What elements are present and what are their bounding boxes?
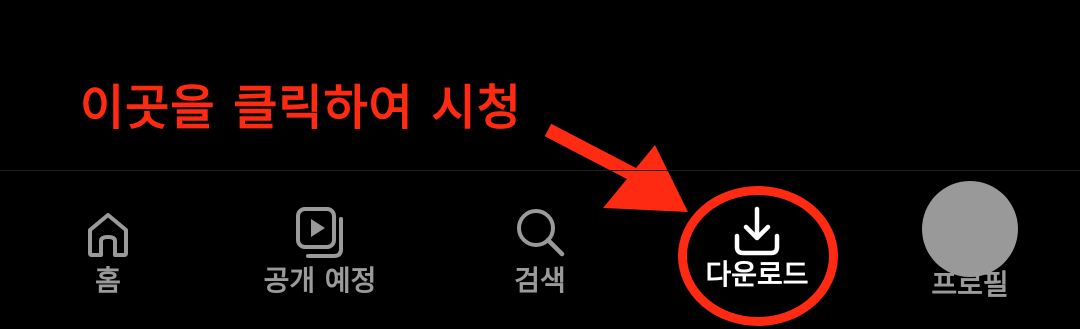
nav-item-search-label: 검색: [514, 264, 566, 297]
annotation-text: 이곳을 클릭하여 시청: [80, 80, 522, 136]
nav-item-downloads[interactable]: 다운로드: [672, 171, 842, 329]
nav-item-upcoming[interactable]: 공개 예정: [240, 171, 400, 329]
upcoming-icon: [296, 207, 343, 258]
nav-item-profile[interactable]: 프로필: [900, 171, 1040, 329]
nav-item-home-label: 홈: [95, 264, 121, 297]
nav-item-search[interactable]: 검색: [470, 171, 610, 329]
search-icon: [517, 209, 565, 257]
nav-item-upcoming-label: 공개 예정: [263, 264, 377, 297]
download-icon: [734, 206, 780, 256]
nav-item-home[interactable]: 홈: [40, 171, 176, 329]
app-screen: 이곳을 클릭하여 시청 홈 공개 예정 검색 다운로드 프로필: [0, 0, 1080, 329]
home-icon: [88, 213, 128, 257]
nav-item-profile-label: 프로필: [931, 268, 1009, 301]
bottom-nav: 홈 공개 예정 검색 다운로드 프로필: [0, 171, 1080, 329]
nav-item-downloads-label: 다운로드: [705, 258, 809, 291]
avatar: [922, 181, 1018, 277]
